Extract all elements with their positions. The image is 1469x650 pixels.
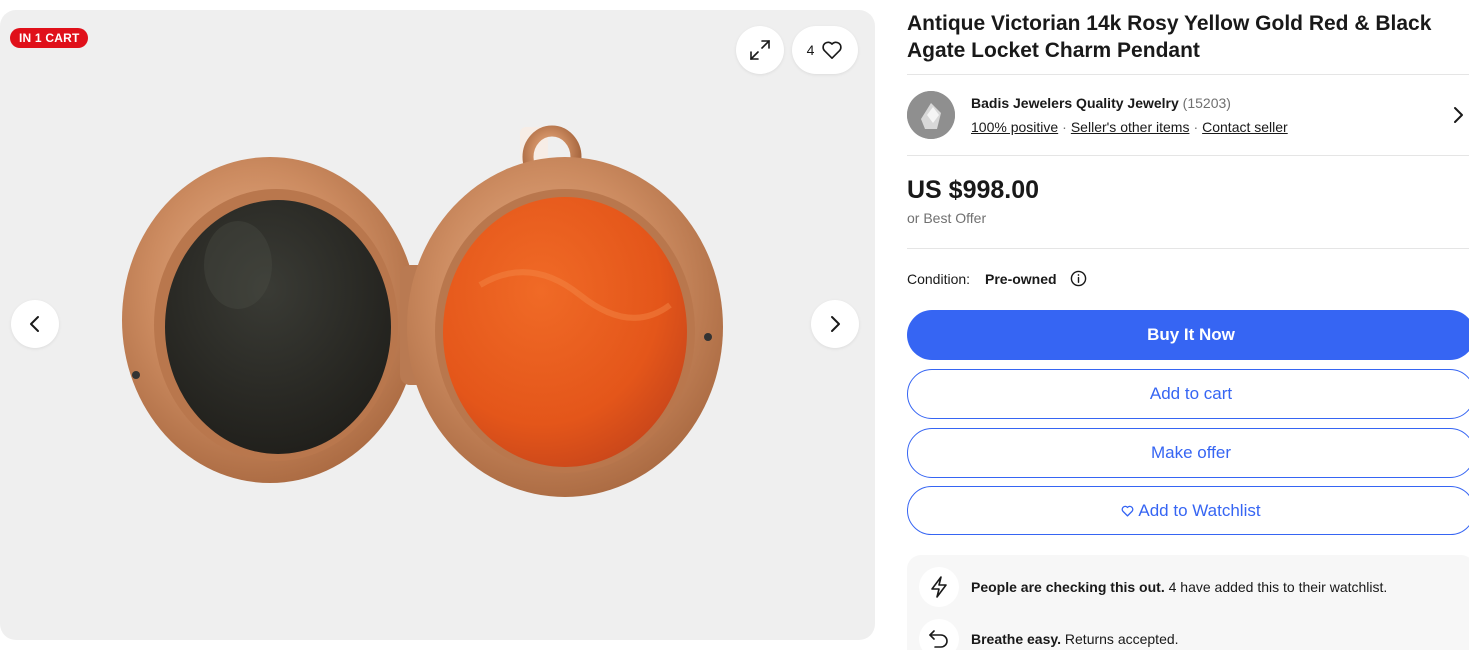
product-title: Antique Victorian 14k Rosy Yellow Gold R… bbox=[907, 12, 1432, 62]
expand-button[interactable] bbox=[736, 26, 784, 74]
seller-avatar[interactable] bbox=[907, 91, 955, 139]
seller-other-items-link[interactable]: Seller's other items bbox=[1071, 119, 1190, 135]
seller-name-row[interactable]: Badis Jewelers Quality Jewelry (15203) bbox=[971, 95, 1231, 111]
signal-watchers-text: 4 have added this to their watchlist. bbox=[1164, 579, 1388, 595]
return-arrow-icon bbox=[929, 630, 948, 648]
seller-links: 100% positive · Seller's other items · Conta… bbox=[971, 119, 1288, 135]
seller-name[interactable]: Badis Jewelers Quality Jewelry bbox=[971, 95, 1179, 111]
product-photo[interactable] bbox=[110, 105, 740, 545]
separator-dot: · bbox=[1193, 119, 1199, 135]
signal-returns: Breathe easy. Returns accepted. bbox=[971, 631, 1179, 647]
signal-watchers-bold: People are checking this out. bbox=[971, 579, 1165, 595]
watch-count-button[interactable]: 4 bbox=[792, 26, 858, 74]
watch-count: 4 bbox=[806, 42, 815, 58]
signal-returns-bold: Breathe easy. bbox=[971, 631, 1062, 647]
seller-feedback-count: (15203) bbox=[1182, 95, 1231, 111]
signal-icon-wrap bbox=[919, 567, 959, 607]
best-offer-label: or Best Offer bbox=[907, 210, 987, 226]
next-image-button[interactable] bbox=[811, 300, 859, 348]
info-icon[interactable] bbox=[1070, 270, 1087, 287]
previous-image-button[interactable] bbox=[11, 300, 59, 348]
lightning-icon bbox=[931, 576, 947, 598]
heart-icon bbox=[822, 41, 843, 59]
buy-it-now-button[interactable]: Buy It Now bbox=[907, 310, 1469, 360]
signal-icon-wrap bbox=[919, 619, 959, 650]
divider bbox=[907, 155, 1469, 156]
make-offer-label: Make offer bbox=[1150, 443, 1231, 462]
condition-label: Condition: bbox=[907, 271, 971, 287]
chevron-right-icon bbox=[831, 316, 840, 332]
separator-dot: · bbox=[1062, 119, 1067, 135]
expand-icon bbox=[750, 40, 770, 60]
price: US $998.00 bbox=[907, 176, 1040, 204]
add-to-watchlist-label: Add to Watchlist bbox=[1138, 500, 1261, 520]
make-offer-button[interactable]: Make offer bbox=[907, 428, 1469, 478]
signal-watchers: People are checking this out. 4 have add… bbox=[971, 579, 1387, 595]
divider bbox=[907, 248, 1469, 249]
divider bbox=[907, 74, 1469, 75]
add-to-watchlist-button[interactable]: Add to Watchlist bbox=[907, 486, 1469, 535]
seller-chevron-icon[interactable] bbox=[1451, 106, 1465, 124]
buy-it-now-label: Buy It Now bbox=[1147, 325, 1235, 344]
urgency-signals: People are checking this out. 4 have add… bbox=[907, 555, 1469, 650]
chevron-left-icon bbox=[30, 316, 39, 332]
add-to-cart-label: Add to cart bbox=[1149, 384, 1233, 403]
in-cart-badge: IN 1 CART bbox=[10, 28, 89, 48]
image-gallery[interactable]: IN 1 CART 4 bbox=[0, 10, 875, 640]
condition-value: Pre-owned bbox=[985, 271, 1057, 287]
contact-seller-link[interactable]: Contact seller bbox=[1202, 119, 1288, 135]
add-to-cart-button[interactable]: Add to cart bbox=[907, 369, 1469, 419]
heart-icon bbox=[1122, 505, 1134, 517]
positive-feedback-link[interactable]: 100% positive bbox=[971, 119, 1058, 135]
signal-returns-text: Returns accepted. bbox=[1061, 631, 1179, 647]
